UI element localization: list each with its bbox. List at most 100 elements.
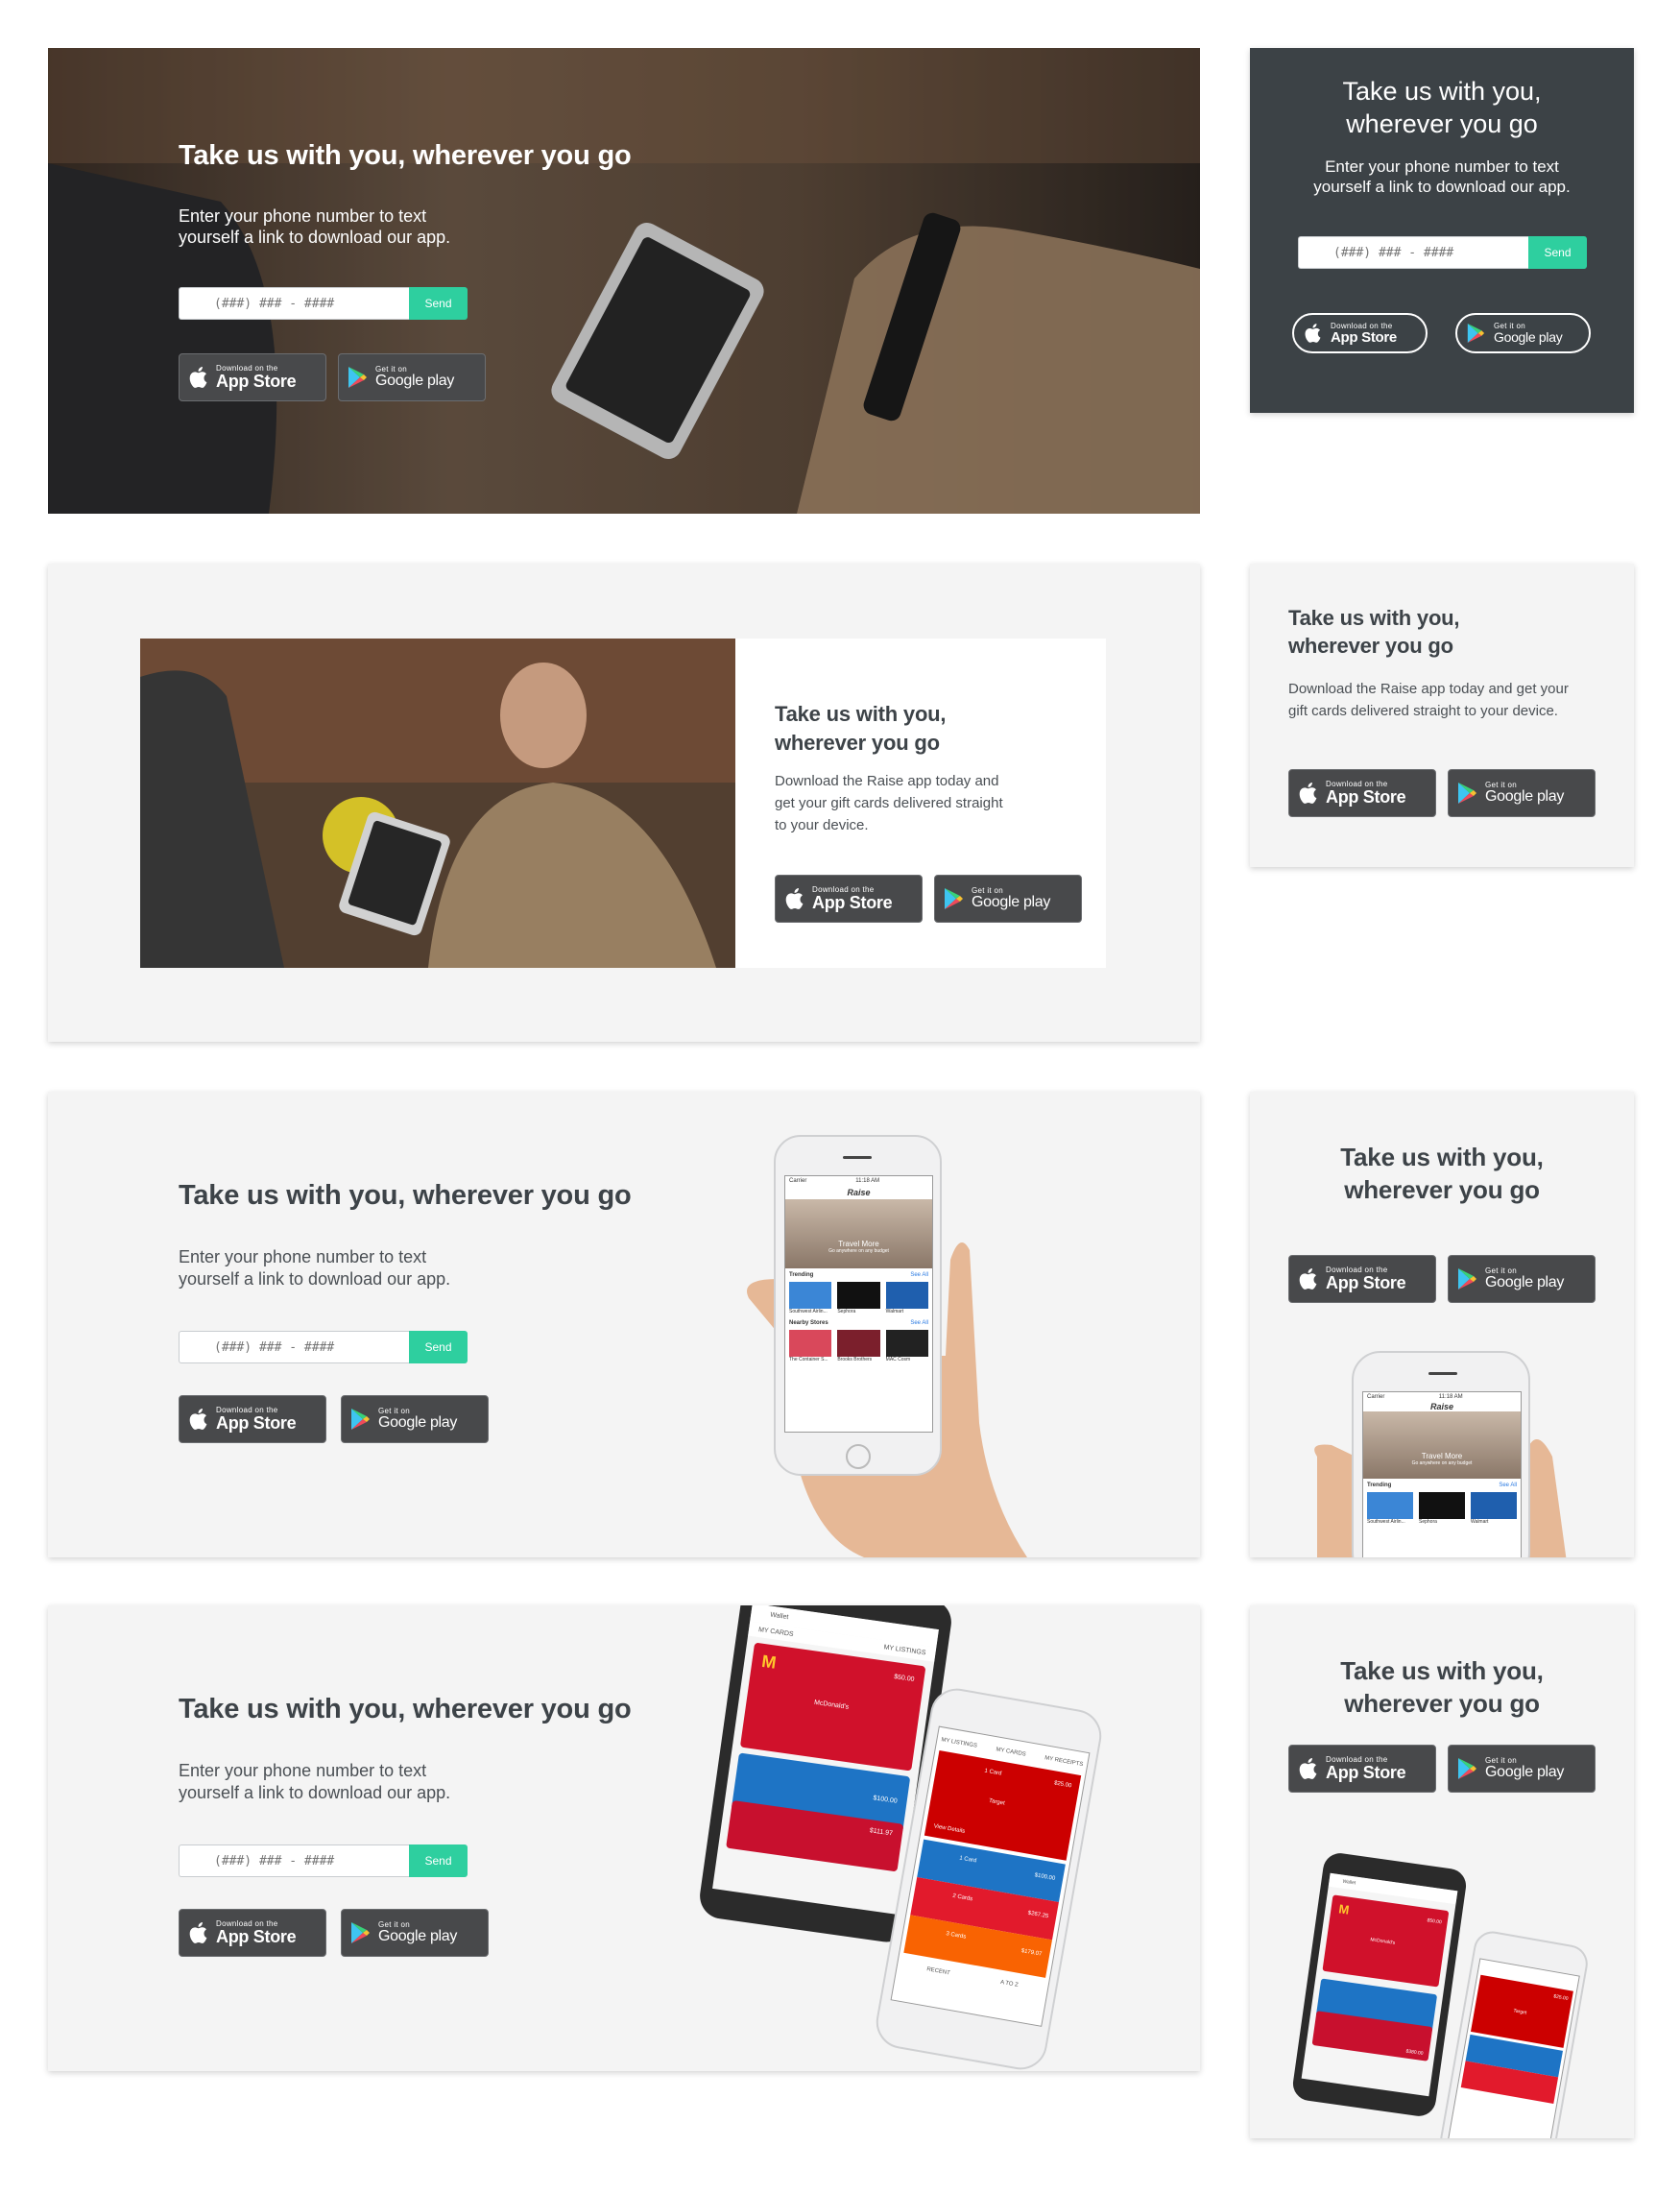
iphone-card-phone-form: Send	[179, 1331, 468, 1363]
card-name: The Container S...	[789, 1357, 828, 1362]
photo-card-desc-line2: get your gift cards delivered straight	[775, 795, 1003, 811]
app-store-button[interactable]: Download on the App Store	[1288, 769, 1436, 817]
app-store-button[interactable]: Download on the App Store	[1288, 1745, 1436, 1793]
phone-input[interactable]	[179, 287, 409, 320]
see-all-link[interactable]: See All	[1499, 1483, 1517, 1488]
wallet-card-phone-form: Send	[179, 1844, 468, 1877]
google-play-big: Google play	[378, 1414, 458, 1431]
status-time: 11:18 AM	[855, 1178, 880, 1184]
wallet-side-card: Take us with you, wherever you go Downlo…	[1250, 1605, 1634, 2138]
homedepot-count: 3 Cards	[945, 1931, 967, 1941]
trending-label: Trending	[1367, 1483, 1392, 1488]
iphone-speaker	[1428, 1372, 1457, 1375]
app-store-big: App Store	[216, 1413, 297, 1433]
wallet-card-sub-line2: yourself a link to download our app.	[179, 1783, 451, 1802]
tab-my-cards[interactable]: MY CARDS	[758, 1627, 794, 1638]
google-play-icon	[935, 887, 972, 910]
macys-amount: $267.25	[1027, 1910, 1049, 1920]
raise-side-desc-line1: Download the Raise app today and get you…	[1288, 681, 1569, 697]
card-name: Walmart	[885, 1309, 904, 1314]
hero-sub-text: Go anywhere on any budget	[1411, 1460, 1473, 1466]
status-carrier: Carrier	[1367, 1394, 1385, 1400]
google-play-icon	[1449, 1267, 1485, 1290]
dark-sub-line1: Enter your phone number to text	[1325, 157, 1559, 176]
target-name: Target	[1512, 2008, 1527, 2016]
send-button[interactable]: Send	[1528, 236, 1587, 269]
raise-side-title-line1: Take us with you,	[1288, 606, 1460, 630]
send-button[interactable]: Send	[409, 1844, 468, 1877]
google-play-button[interactable]: Get it on Google play	[338, 353, 486, 401]
google-play-button[interactable]: Get it on Google play	[341, 1395, 489, 1443]
travel-hero: Travel More Go anywhere on any budget	[1363, 1411, 1521, 1479]
google-play-button[interactable]: Get it on Google play	[1448, 1745, 1596, 1793]
walmart-amount: $100.00	[873, 1795, 899, 1805]
photo-card-text-box: Take us with you, wherever you go Downlo…	[735, 639, 1106, 968]
tab-my-cards[interactable]: MY CARDS	[996, 1747, 1026, 1757]
apple-icon	[180, 1408, 216, 1431]
google-play-button[interactable]: Get it on Google play	[1448, 769, 1596, 817]
status-carrier: Carrier	[789, 1178, 807, 1184]
google-play-button[interactable]: Get it on Google play	[1455, 313, 1591, 353]
mcd-card: M $50.00 McDonald's	[739, 1642, 926, 1772]
phone-input[interactable]	[179, 1331, 409, 1363]
iphone-card-sub-line2: yourself a link to download our app.	[179, 1269, 451, 1289]
google-play-icon	[1449, 782, 1485, 805]
tab-my-listings[interactable]: MY LISTINGS	[883, 1644, 926, 1656]
mcd-logo: M	[760, 1651, 778, 1673]
android-phone: Wallet M $50.00 McDonald's $380.00	[1290, 1850, 1469, 2119]
app-store-button[interactable]: Download on the App Store	[179, 353, 326, 401]
google-play-big: Google play	[1485, 1274, 1565, 1290]
iphone-speaker	[843, 1156, 872, 1159]
wallet-side-title-line2: wherever you go	[1344, 1689, 1540, 1718]
app-brand: Raise	[847, 1188, 871, 1197]
kohls-amount: $111.97	[869, 1827, 894, 1838]
app-store-button[interactable]: Download on the App Store	[1288, 1255, 1436, 1303]
send-button[interactable]: Send	[409, 287, 468, 320]
iphone-wallet-screen: Target $25.00	[1446, 1958, 1580, 2138]
iphone-wallet: Target $25.00	[1437, 1928, 1591, 2138]
tab-recent[interactable]: RECENT	[926, 1966, 950, 1976]
hero-banner: Take us with you, wherever you go Enter …	[48, 48, 1200, 514]
tab-my-listings[interactable]: MY LISTINGS	[941, 1737, 977, 1748]
phone-input[interactable]	[1298, 236, 1528, 269]
app-store-button[interactable]: Download on the App Store	[1292, 313, 1428, 353]
google-play-button[interactable]: Get it on Google play	[934, 875, 1082, 923]
app-store-button[interactable]: Download on the App Store	[179, 1909, 326, 1957]
target-amount: $25.00	[1053, 1780, 1072, 1790]
card-name: Walmart	[1471, 1519, 1489, 1525]
dark-title-line2: wherever you go	[1346, 109, 1538, 138]
tab-a-to-z[interactable]: A TO Z	[1000, 1980, 1020, 1989]
mcd-name: McDonald's	[1370, 1937, 1396, 1946]
iphone-body: Carrier 11:18 AM Raise Travel More Go an…	[774, 1135, 942, 1476]
google-play-big: Google play	[1494, 329, 1563, 345]
google-play-icon	[1449, 1757, 1485, 1780]
iphone-wallet-screen: MY LISTINGS MY CARDS MY RECEIPTS 1 Card …	[890, 1725, 1091, 2027]
send-button[interactable]: Send	[409, 1331, 468, 1363]
dark-title-line1: Take us with you,	[1342, 77, 1542, 106]
iphone-in-hand: Carrier 11:18 AM Raise Travel More Go an…	[739, 1135, 1066, 1557]
app-store-button[interactable]: Download on the App Store	[179, 1395, 326, 1443]
card-name: Sephora	[837, 1309, 856, 1314]
iphone-card: Take us with you, wherever you go Enter …	[48, 1092, 1200, 1557]
mcd-amount: $50.00	[1427, 1917, 1443, 1926]
card-name: Brooks Brothers	[837, 1357, 873, 1362]
hero-title-text: Travel More	[1421, 1452, 1463, 1460]
iphone-screen: Carrier 11:18 AM Raise Travel More Go an…	[784, 1175, 933, 1433]
google-play-icon	[342, 1921, 378, 1944]
iphone-side-title-line2: wherever you go	[1344, 1175, 1540, 1204]
hero-phone-form: Send	[179, 287, 468, 320]
google-play-button[interactable]: Get it on Google play	[1448, 1255, 1596, 1303]
iphone-side-card: Take us with you, wherever you go Downlo…	[1250, 1092, 1634, 1557]
see-all-link[interactable]: See All	[910, 1272, 928, 1278]
app-store-button[interactable]: Download on the App Store	[775, 875, 923, 923]
apple-icon	[1289, 1757, 1326, 1780]
iphone-card-sub-line1: Enter your phone number to text	[179, 1247, 427, 1266]
view-details-link[interactable]: View Details	[933, 1823, 965, 1835]
google-play-button[interactable]: Get it on Google play	[341, 1909, 489, 1957]
phone-input[interactable]	[179, 1844, 409, 1877]
google-play-big: Google play	[1485, 788, 1565, 805]
app-store-big: App Store	[812, 893, 893, 912]
tab-my-receipts[interactable]: MY RECEIPTS	[1044, 1755, 1084, 1768]
status-time: 11:18 AM	[1438, 1394, 1463, 1400]
see-all-link[interactable]: See All	[910, 1320, 928, 1326]
